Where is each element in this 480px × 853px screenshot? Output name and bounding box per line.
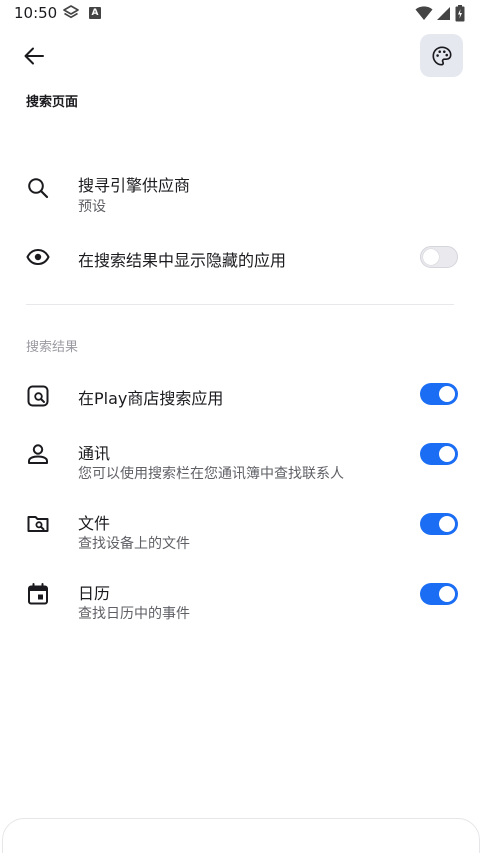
result-item-contacts[interactable]: 通讯 您可以使用搜索栏在您通讯簿中查找联系人 (0, 438, 480, 490)
result-item-title: 通讯 (78, 444, 111, 463)
folder-search-icon (26, 512, 50, 536)
arrow-back-icon (24, 47, 44, 65)
notification-a-icon: A (89, 7, 101, 19)
battery-icon (455, 5, 465, 26)
search-engine-subtitle: 预设 (78, 199, 106, 215)
screen: 10:50 A 搜索页面 搜寻引擎供应商 预设 在搜索结果中显示隐藏的应用 搜索… (0, 0, 480, 853)
search-icon (26, 176, 50, 200)
toggle-knob (439, 446, 455, 462)
bottom-sheet (2, 818, 480, 853)
result-item-calendar[interactable]: 日历 查找日历中的事件 (0, 578, 480, 630)
result-item-subtitle: 您可以使用搜索栏在您通讯簿中查找联系人 (78, 466, 344, 482)
layers-icon (63, 5, 79, 25)
status-bar: 10:50 A (0, 0, 480, 28)
result-item-files[interactable]: 文件 查找设备上的文件 (0, 508, 480, 560)
calendar-toggle[interactable] (420, 583, 458, 605)
signal-icon (436, 5, 451, 25)
toggle-knob (423, 249, 439, 265)
eye-icon (26, 245, 50, 269)
status-time: 10:50 (14, 4, 58, 22)
files-toggle[interactable] (420, 513, 458, 535)
calendar-icon (26, 582, 50, 606)
palette-icon (431, 45, 452, 66)
result-item-play-store[interactable]: 在Play商店搜索应用 (0, 380, 480, 412)
play-store-toggle[interactable] (420, 383, 458, 405)
toggle-knob (439, 386, 455, 402)
toggle-knob (439, 586, 455, 602)
wifi-icon (415, 5, 433, 25)
page-title: 搜索页面 (26, 95, 79, 110)
toggle-knob (439, 516, 455, 532)
palette-button[interactable] (420, 34, 463, 77)
result-item-subtitle: 查找日历中的事件 (78, 606, 190, 622)
search-engine-title: 搜寻引擎供应商 (78, 176, 191, 195)
person-icon (26, 442, 50, 466)
result-item-title: 文件 (78, 514, 111, 533)
show-hidden-apps-toggle[interactable] (420, 246, 458, 268)
result-item-title: 日历 (78, 584, 111, 603)
divider (26, 304, 454, 305)
section-header-search-results: 搜索结果 (26, 340, 79, 355)
result-item-subtitle: 查找设备上的文件 (78, 536, 190, 552)
store-search-icon (26, 384, 50, 408)
result-item-title: 在Play商店搜索应用 (78, 389, 224, 408)
contacts-toggle[interactable] (420, 443, 458, 465)
search-engine-item[interactable]: 搜寻引擎供应商 预设 (0, 168, 480, 220)
back-button[interactable] (18, 40, 50, 72)
show-hidden-apps-item[interactable]: 在搜索结果中显示隐藏的应用 (0, 242, 480, 274)
show-hidden-apps-title: 在搜索结果中显示隐藏的应用 (78, 251, 287, 270)
